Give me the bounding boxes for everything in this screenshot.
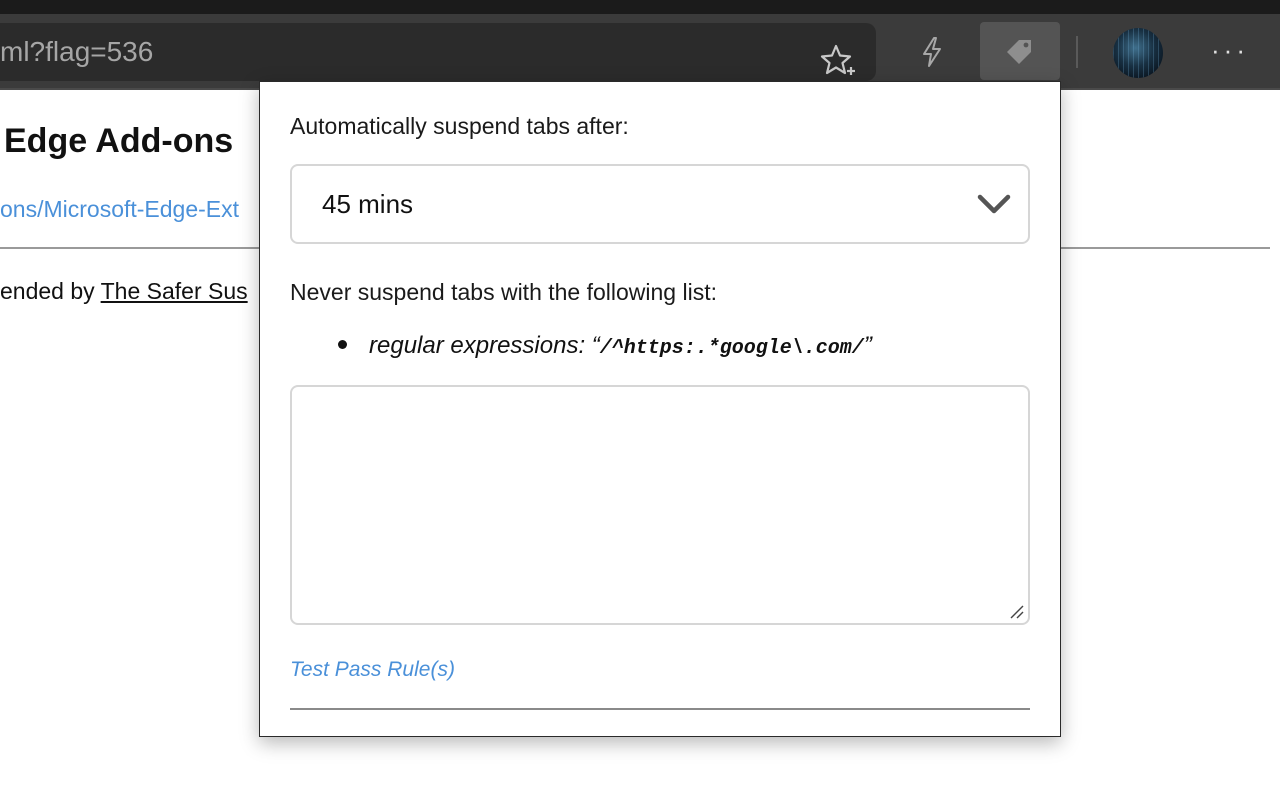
more-options-icon[interactable]: ··· (1206, 37, 1254, 68)
page-text-prefix: ended by (0, 278, 101, 304)
regex-hint-prefix: regular expressions: “ (369, 332, 600, 359)
toolbar-separator (1076, 36, 1078, 68)
never-suspend-label: Never suspend tabs with the following li… (290, 279, 717, 305)
page-heading: Edge Add-ons (4, 122, 234, 160)
tag-extension-icon[interactable] (980, 22, 1060, 80)
popup-divider (290, 708, 1030, 710)
bullet-dot (338, 340, 347, 350)
whitelist-textarea[interactable] (290, 385, 1030, 625)
add-favorite-star-icon[interactable] (820, 43, 856, 79)
address-url[interactable]: ml?flag=536 (0, 23, 153, 81)
regex-hint-code: /^https:.*google\.com/ (599, 337, 864, 360)
address-bar[interactable]: ml?flag=536 (0, 23, 876, 81)
extension-popup: Automatically suspend tabs after: 45 min… (259, 81, 1061, 737)
page-text-line: ended by The Safer Sus (0, 278, 248, 305)
window-top-strip (0, 0, 1280, 14)
page-text-link[interactable]: The Safer Sus (101, 278, 248, 304)
regex-hint-list-item: regular expressions: “/^https:.*google\.… (338, 332, 872, 360)
chevron-down-icon (977, 194, 1011, 214)
suspend-duration-select[interactable]: 45 mins (290, 164, 1030, 244)
test-pass-rules-link[interactable]: Test Pass Rule(s) (290, 658, 455, 682)
page-link[interactable]: ons/Microsoft-Edge-Ext (0, 196, 239, 223)
regex-hint-suffix: ” (863, 332, 872, 359)
suspend-after-label: Automatically suspend tabs after: (290, 113, 629, 139)
lightning-bolt-icon[interactable] (904, 24, 960, 80)
suspend-duration-value: 45 mins (322, 189, 414, 219)
browser-toolbar: ml?flag=536 ··· (0, 14, 1280, 90)
profile-avatar[interactable] (1113, 28, 1163, 78)
